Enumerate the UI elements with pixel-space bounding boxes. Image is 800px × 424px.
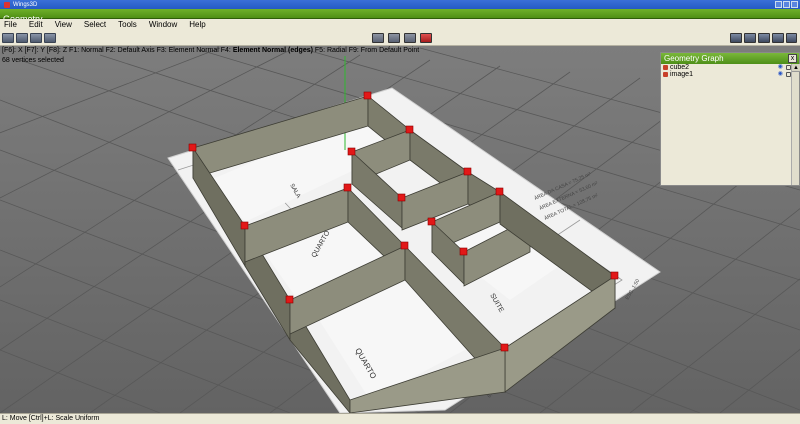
vertex-marker[interactable] <box>463 167 472 176</box>
edge-mode-icon[interactable] <box>388 33 400 43</box>
graph-item-label: image1 <box>670 71 693 78</box>
window-title: Wings3D <box>13 1 38 8</box>
menu-bar: File Edit View Select Tools Window Help <box>0 19 800 31</box>
maximize-button[interactable] <box>783 1 790 8</box>
geometry-graph-title: Geometry Graph <box>664 54 724 63</box>
vertex-marker[interactable] <box>405 125 414 134</box>
title-bar: Wings3D <box>0 0 800 9</box>
geometry-window-bar: Geometry <box>0 9 800 24</box>
scroll-up-icon[interactable]: ▲ <box>792 64 800 72</box>
selection-info: 68 vertices selected <box>2 57 64 64</box>
wings-app-icon <box>4 1 10 8</box>
object-icon <box>663 65 668 70</box>
eye-icon[interactable]: ◉ <box>778 71 783 78</box>
object-mode-icon[interactable] <box>420 33 432 43</box>
graph-item-label: cube2 <box>670 64 690 71</box>
groundplane-icon[interactable] <box>730 33 742 43</box>
close-window-button[interactable] <box>791 1 798 8</box>
vertex-marker[interactable] <box>347 147 356 156</box>
hotkey-info-suffix: F5: Radial F9: From Default Point <box>312 47 420 54</box>
object-icon <box>663 72 668 77</box>
graph-item-cube2[interactable]: cube2 ◉ <box>661 64 799 71</box>
menu-file[interactable]: File <box>4 19 17 31</box>
vertex-marker[interactable] <box>400 241 409 250</box>
eye-icon[interactable]: ◉ <box>778 64 783 71</box>
vertex-marker[interactable] <box>363 91 372 100</box>
perspective-icon[interactable] <box>758 33 770 43</box>
panel-scrollbar[interactable]: ▲ <box>791 64 800 185</box>
smooth-preview-icon[interactable] <box>772 33 784 43</box>
undo-icon[interactable] <box>30 33 42 43</box>
hotkey-info-active: Element Normal (edges) <box>232 47 313 54</box>
window-controls <box>775 1 798 8</box>
menu-select[interactable]: Select <box>84 19 106 31</box>
toolbar <box>0 31 800 46</box>
vertex-marker[interactable] <box>495 187 504 196</box>
open-file-icon[interactable] <box>16 33 28 43</box>
vertex-mode-icon[interactable] <box>372 33 384 43</box>
menu-help[interactable]: Help <box>189 19 205 31</box>
vertex-marker[interactable] <box>459 247 468 256</box>
face-mode-icon[interactable] <box>404 33 416 43</box>
vertex-marker[interactable] <box>188 143 197 152</box>
hotkey-info-prefix: [F6]: X [F7]: Y [F8]: Z F1: Normal F2: D… <box>2 47 233 54</box>
vertex-marker[interactable] <box>240 221 249 230</box>
geometry-graph-panel: Geometry Graph x cube2 ◉ image1 ◉ ▲ <box>660 52 800 186</box>
vertex-marker[interactable] <box>343 183 352 192</box>
menu-tools[interactable]: Tools <box>118 19 137 31</box>
axes-icon[interactable] <box>744 33 756 43</box>
new-file-icon[interactable] <box>2 33 14 43</box>
menu-edit[interactable]: Edit <box>29 19 43 31</box>
close-panel-button[interactable]: x <box>788 54 797 63</box>
geometry-graph-title-bar[interactable]: Geometry Graph x <box>661 53 799 64</box>
wings3d-window: Wings3D Geometry File Edit View Select T… <box>0 0 800 424</box>
redo-icon[interactable] <box>44 33 56 43</box>
vertex-marker[interactable] <box>427 217 436 226</box>
menu-window[interactable]: Window <box>149 19 177 31</box>
minimize-button[interactable] <box>775 1 782 8</box>
vertex-marker[interactable] <box>397 193 406 202</box>
graph-item-image1[interactable]: image1 ◉ <box>661 71 799 78</box>
shading-icon[interactable] <box>786 33 797 43</box>
status-bar: L: Move [Ctrl]+L: Scale Uniform <box>0 413 800 424</box>
vertex-marker[interactable] <box>610 271 619 280</box>
vertex-marker[interactable] <box>500 343 509 352</box>
vertex-marker[interactable] <box>285 295 294 304</box>
menu-view[interactable]: View <box>55 19 72 31</box>
